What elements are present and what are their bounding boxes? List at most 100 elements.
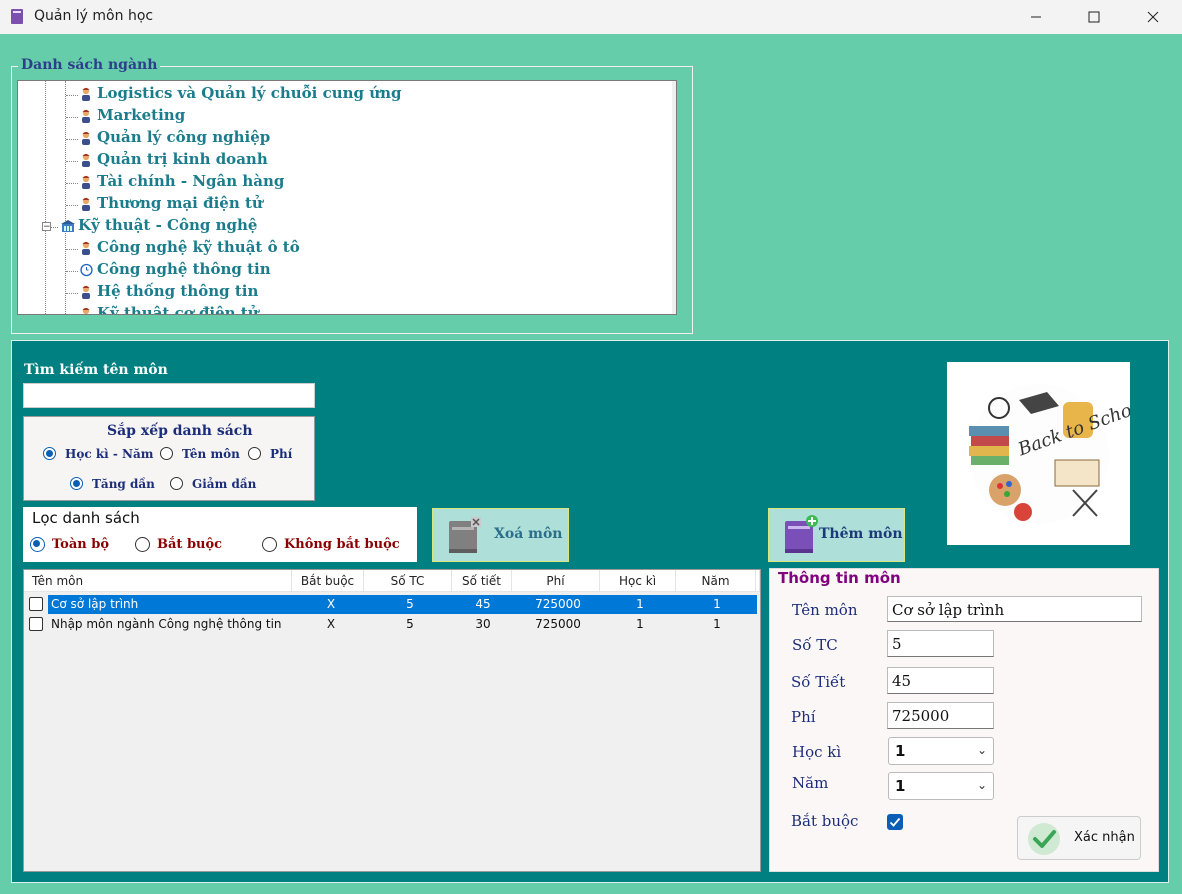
required-label: Bắt buộc [791, 812, 859, 830]
table-cell: 1 [636, 617, 644, 631]
fee-input[interactable]: 725000 [887, 702, 994, 729]
semester-label: Học kì [792, 743, 842, 761]
tree-item[interactable]: Kỹ thuật cơ điện tử [80, 304, 259, 315]
person-icon [80, 197, 92, 211]
tree-scrollbar[interactable] [672, 81, 676, 314]
table-cell: 5 [406, 617, 414, 631]
sort-asc-label: Tăng dần [92, 477, 155, 491]
periods-input[interactable]: 45 [887, 667, 994, 694]
table-cell: 1 [713, 617, 721, 631]
person-icon [80, 153, 92, 167]
tree-item[interactable]: Công nghệ kỹ thuật ô tô [80, 238, 300, 256]
person-icon [80, 175, 92, 189]
tree-item[interactable]: Thương mại điện tử [80, 194, 263, 212]
tree-line [66, 95, 78, 96]
sort-by-fee-radio[interactable] [248, 447, 261, 460]
fee-label: Phí [791, 708, 816, 726]
add-book-icon [783, 515, 819, 559]
confirm-button[interactable]: Xác nhận [1017, 816, 1141, 860]
tree-line [66, 205, 78, 206]
tree-item[interactable]: Công nghệ thông tin [80, 260, 271, 278]
sort-by-name-radio[interactable] [160, 447, 173, 460]
filter-title: Lọc danh sách [32, 509, 140, 527]
row-checkbox[interactable] [29, 617, 43, 631]
sort-by-fee-label: Phí [270, 447, 293, 461]
filter-optional-radio[interactable] [262, 537, 277, 552]
filter-all-radio[interactable] [30, 537, 45, 552]
person-icon [80, 87, 92, 101]
table-row[interactable]: Cơ sở lập trình X 5 45 725000 1 1 [24, 595, 757, 614]
close-button[interactable] [1130, 0, 1176, 34]
sort-desc-radio[interactable] [170, 477, 183, 490]
filter-required-label: Bắt buộc [157, 537, 223, 552]
tree-item-label: Tài chính - Ngân hàng [97, 172, 285, 190]
tree-item[interactable]: Quản lý công nghiệp [80, 128, 270, 146]
table-cell: 1 [713, 597, 721, 611]
chevron-down-icon: ⌄ [976, 743, 987, 757]
tree-item-label: Marketing [97, 106, 186, 124]
table-cell: X [326, 617, 336, 631]
maximize-button[interactable] [1071, 0, 1117, 34]
name-input[interactable]: Cơ sở lập trình [887, 596, 1142, 622]
year-value: 1 [895, 777, 906, 795]
tree-item[interactable]: Quản trị kinh doanh [80, 150, 268, 168]
sort-by-semester-label: Học kì - Năm [65, 447, 154, 461]
tree-line [65, 81, 66, 225]
sort-asc-radio[interactable] [70, 477, 83, 490]
person-icon [80, 307, 92, 314]
tree-line [66, 139, 78, 140]
tree-item[interactable]: Kỹ thuật - Công nghệ [61, 216, 257, 234]
sort-by-name-label: Tên môn [182, 447, 240, 461]
majors-group-title: Danh sách ngành [18, 57, 161, 73]
credits-input[interactable]: 5 [887, 630, 994, 657]
column-header[interactable]: Học kì [600, 570, 676, 592]
column-header[interactable]: Năm [676, 570, 756, 592]
column-header[interactable]: Số TC [364, 570, 452, 592]
title-bar: Quản lý môn học [0, 0, 1182, 34]
building-icon [61, 219, 75, 233]
tree-item[interactable]: Marketing [80, 106, 185, 124]
minimize-button[interactable] [1013, 0, 1059, 34]
tree-item-label: Công nghệ thông tin [97, 260, 271, 278]
sort-desc-label: Giảm dần [192, 477, 257, 491]
periods-label: Số Tiết [791, 673, 846, 691]
course-list[interactable]: Tên môn Bắt buộc Số TC Số tiết Phí Học kì Năm … [23, 569, 761, 872]
majors-tree[interactable]: Logistics và Quản lý chuỗi cung ứng Marke… [17, 80, 677, 315]
column-header[interactable]: Phí [512, 570, 600, 592]
filter-optional-label: Không bắt buộc [284, 537, 400, 552]
person-icon [80, 285, 92, 299]
column-header[interactable]: Tên môn [24, 570, 292, 592]
delete-course-button[interactable]: Xoá môn [432, 508, 569, 562]
tree-line [65, 225, 66, 314]
semester-select[interactable]: 1 ⌄ [888, 737, 994, 765]
row-checkbox[interactable] [29, 597, 43, 611]
search-input[interactable] [23, 383, 315, 408]
table-row[interactable]: Nhập môn ngành Công nghệ thông tin X 5 30 72… [24, 615, 757, 634]
collapse-icon[interactable]: − [42, 222, 51, 232]
table-cell: 725000 [535, 617, 581, 631]
sort-by-semester-radio[interactable] [43, 447, 56, 460]
required-checkbox[interactable] [887, 814, 903, 830]
add-course-button[interactable]: Thêm môn [768, 508, 905, 562]
tree-item-label: Quản lý công nghiệp [97, 128, 271, 146]
column-header[interactable]: Bắt buộc [292, 570, 364, 592]
column-header[interactable]: Số tiết [452, 570, 512, 592]
tree-item[interactable]: Logistics và Quản lý chuỗi cung ứng [80, 84, 402, 102]
tree-item[interactable]: Hệ thống thông tin [80, 282, 258, 300]
table-cell: 30 [475, 617, 491, 631]
clock-icon [80, 263, 93, 277]
tree-item-label: Thương mại điện tử [97, 194, 263, 212]
confirm-label: Xác nhận [1074, 830, 1135, 845]
table-cell: 1 [636, 597, 644, 611]
tree-item-label: Quản trị kinh doanh [97, 150, 268, 168]
tree-item-label: Kỹ thuật cơ điện tử [97, 304, 259, 315]
table-cell: Cơ sở lập trình [51, 597, 139, 611]
person-icon [80, 109, 92, 123]
table-cell: X [326, 597, 336, 611]
filter-required-radio[interactable] [135, 537, 150, 552]
credits-label: Số TC [792, 636, 838, 654]
tree-line [66, 117, 78, 118]
semester-value: 1 [895, 742, 906, 760]
year-select[interactable]: 1 ⌄ [888, 772, 994, 800]
tree-item[interactable]: Tài chính - Ngân hàng [80, 172, 284, 190]
